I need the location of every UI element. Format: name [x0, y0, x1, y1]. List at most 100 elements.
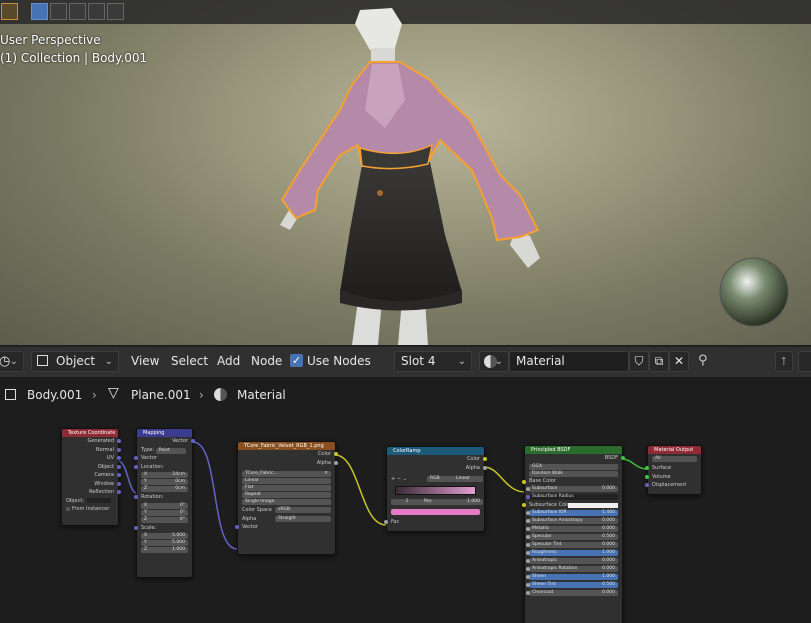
bsdf-input-row[interactable]: Subsurface 0.000: [526, 485, 618, 492]
socket-vector-out[interactable]: Vector: [137, 437, 195, 446]
link-ramp-to-basecolor: [483, 466, 526, 493]
bsdf-input-row[interactable]: Specular 0.500: [526, 533, 618, 540]
socket-alpha-out[interactable]: Alpha: [238, 459, 338, 468]
bsdf-input-row[interactable]: Subsurface Anisotropy 0.000: [526, 517, 618, 524]
object-field-row[interactable]: Object:: [62, 497, 118, 506]
socket-surface[interactable]: Surface: [645, 464, 701, 473]
rotation-z[interactable]: Z 0°: [141, 516, 188, 523]
bsdf-input-row[interactable]: Subsurface Radius: [526, 493, 618, 500]
location-y[interactable]: Y 0cm: [141, 479, 188, 485]
node-title: TCore_Fabric_Velvet_RGB_1.png: [238, 442, 335, 450]
socket-window[interactable]: Window: [62, 480, 121, 489]
socket-color-out[interactable]: Color: [387, 455, 487, 464]
socket-displacement[interactable]: Displacement: [645, 481, 701, 490]
socket-alpha-out[interactable]: Alpha: [387, 464, 487, 473]
menu-node[interactable]: Node: [251, 354, 282, 368]
scale-y[interactable]: Y 5.000: [141, 540, 188, 546]
bsdf-input-row[interactable]: Roughness 1.000: [526, 549, 618, 556]
node-title: Mapping: [137, 429, 192, 437]
extension-dropdown[interactable]: Repeat: [242, 492, 331, 498]
target-dropdown[interactable]: All: [652, 456, 697, 462]
overlay-button[interactable]: [798, 351, 811, 372]
ramp-controls[interactable]: + − ⌄ RGB Linear: [387, 475, 484, 484]
projection-dropdown[interactable]: Flat: [242, 485, 331, 491]
subsurface-method-dropdown[interactable]: Random Walk: [529, 470, 618, 477]
bsdf-input-row[interactable]: Specular Tint 0.000: [526, 541, 618, 548]
socket-uv[interactable]: UV: [62, 454, 121, 463]
shader-type-label: Object: [56, 354, 96, 368]
pin-icon[interactable]: ⚲: [698, 353, 708, 368]
type-row[interactable]: Type: Point: [137, 446, 192, 455]
menu-view[interactable]: View: [131, 354, 159, 368]
material-name-field[interactable]: Material: [509, 351, 629, 372]
location-z[interactable]: Z 0cm: [141, 486, 188, 492]
socket-camera[interactable]: Camera: [62, 471, 121, 480]
shader-type-dropdown[interactable]: Object ⌄: [31, 351, 119, 372]
node-material-output[interactable]: Material Output All Surface Volume Displ…: [645, 445, 702, 495]
copy-icon: ⧉: [654, 354, 664, 368]
from-instancer-checkbox[interactable]: From Instancer: [62, 505, 118, 514]
image-datablock-field[interactable]: TCore_Fabric... ✕: [242, 471, 331, 477]
interpolation-dropdown[interactable]: Linear: [242, 478, 331, 484]
scale-x[interactable]: X 5.000: [141, 533, 188, 539]
duplicate-material-button[interactable]: ⧉: [649, 351, 669, 372]
socket-color-out[interactable]: Color: [238, 450, 338, 459]
menu-add[interactable]: Add: [217, 354, 240, 368]
chevron-down-icon: ⌄: [494, 356, 503, 367]
alpha-row[interactable]: Alpha Straight: [238, 515, 335, 524]
bsdf-input-row[interactable]: Subsurface Color: [522, 502, 622, 509]
use-nodes-checkbox[interactable]: ✓: [290, 354, 303, 367]
location-x[interactable]: X 24cm: [141, 472, 188, 478]
node-image-texture[interactable]: TCore_Fabric_Velvet_RGB_1.png Color Alph…: [235, 441, 338, 555]
node-texture-coordinate[interactable]: Texture Coordinate Generated Normal UV O…: [61, 428, 121, 526]
socket-vector-in[interactable]: Vector: [235, 523, 335, 532]
rotation-y[interactable]: Y 0°: [141, 509, 188, 516]
source-dropdown[interactable]: Single Image: [242, 499, 331, 505]
fake-user-button[interactable]: ⛉: [629, 351, 649, 372]
socket-object[interactable]: Object: [62, 463, 121, 472]
node-principled-bsdf[interactable]: Principled BSDF BSDF GGX Random Walk Bas…: [522, 445, 625, 623]
node-title: ColorRamp: [387, 447, 484, 455]
bsdf-input-row[interactable]: Anisotropic Rotation 0.000: [526, 565, 618, 572]
slot-dropdown[interactable]: Slot 4 ⌄: [394, 351, 472, 372]
socket-generated[interactable]: Generated: [62, 437, 121, 446]
mesh-icon: ▽: [108, 385, 119, 401]
rotation-x[interactable]: X 0°: [141, 502, 188, 509]
node-title: Material Output: [648, 446, 701, 454]
stop-color-swatch[interactable]: [391, 509, 480, 515]
node-editor-canvas[interactable]: Texture Coordinate Generated Normal UV O…: [0, 408, 811, 623]
character-model[interactable]: [0, 0, 811, 345]
menu-select[interactable]: Select: [171, 354, 208, 368]
bsdf-input-row[interactable]: Anisotropic 0.000: [526, 557, 618, 564]
socket-normal[interactable]: Normal: [62, 446, 121, 455]
node-mapping[interactable]: Mapping Vector Type: Point Vector Locati…: [134, 428, 195, 578]
bsdf-input-row[interactable]: Sheen Tint 0.500: [526, 581, 618, 588]
colorspace-row[interactable]: Color Space sRGB: [238, 506, 335, 515]
remove-stop-icon: −: [396, 476, 401, 482]
3d-viewport[interactable]: User Perspective (1) Collection | Body.0…: [0, 0, 811, 345]
unlink-material-button[interactable]: ✕: [669, 351, 689, 372]
chevron-down-icon: ⌄: [402, 476, 407, 482]
bsdf-input-row[interactable]: Clearcoat 0.000: [526, 589, 618, 596]
parent-node-tree-button[interactable]: ⭡: [775, 351, 793, 372]
material-browse-button[interactable]: ⌄: [479, 351, 509, 372]
bsdf-input-row[interactable]: Subsurface IOR 1.400: [526, 509, 618, 516]
chevron-down-icon: ⌄: [457, 356, 466, 367]
stop-row[interactable]: 1 Pos 1.000: [387, 498, 484, 507]
color-ramp-gradient[interactable]: [395, 485, 476, 495]
chevron-right-icon: ›: [199, 388, 204, 402]
socket-reflection[interactable]: Reflection: [62, 488, 121, 497]
socket-vector-in[interactable]: Vector: [134, 454, 192, 463]
socket-bsdf-out[interactable]: BSDF: [525, 454, 625, 463]
node-editor-header: ◷ ⌄ Object ⌄ View Select Add Node ✓ Use …: [0, 346, 811, 377]
node-color-ramp[interactable]: ColorRamp Color Alpha + − ⌄ RGB Linear 1…: [384, 446, 487, 532]
distribution-dropdown[interactable]: GGX: [529, 463, 618, 470]
scale-z[interactable]: Z 1.000: [141, 547, 188, 553]
editor-type-dropdown[interactable]: ◷ ⌄: [0, 351, 24, 372]
socket-fac-in[interactable]: Fac: [384, 518, 484, 527]
bsdf-input-row[interactable]: Sheen 1.000: [526, 573, 618, 580]
bsdf-input-row[interactable]: Base Color: [522, 478, 622, 485]
object-icon: [37, 355, 48, 366]
bsdf-input-row[interactable]: Metallic 0.000: [526, 525, 618, 532]
socket-volume[interactable]: Volume: [645, 473, 701, 482]
